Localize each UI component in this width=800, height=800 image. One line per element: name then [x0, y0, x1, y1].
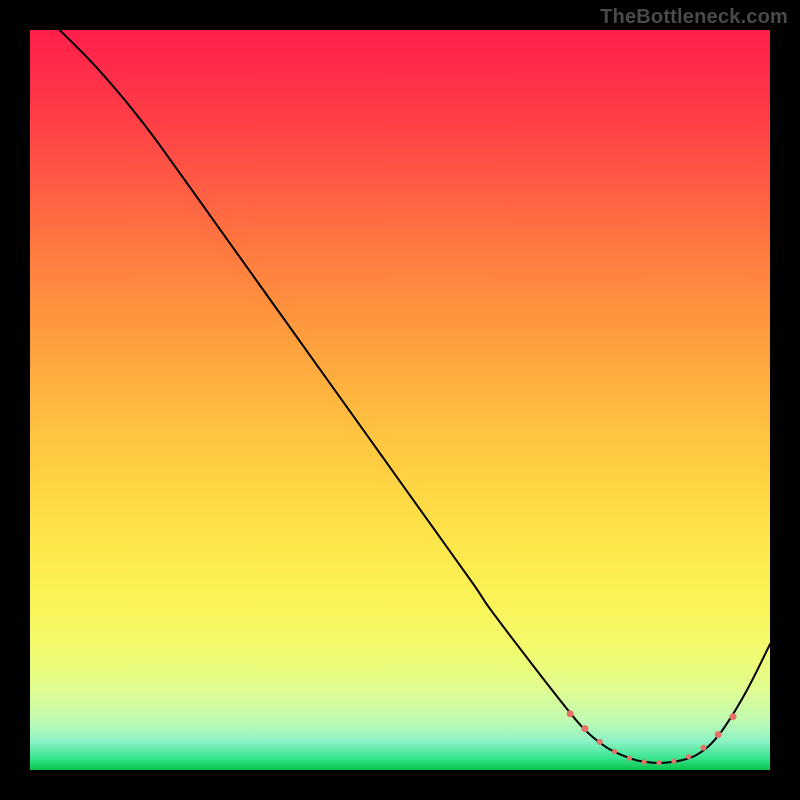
highlight-dot	[567, 710, 574, 717]
highlight-dot	[582, 725, 589, 732]
highlight-dot	[671, 759, 676, 764]
watermark-text: TheBottleneck.com	[600, 6, 788, 29]
highlight-dot	[642, 759, 647, 764]
plot-area	[30, 30, 770, 770]
highlight-dot	[700, 745, 706, 751]
bottleneck-curve	[60, 30, 770, 763]
highlight-dot	[715, 731, 722, 738]
highlight-dot	[597, 739, 603, 745]
highlight-dot	[627, 756, 632, 761]
highlight-dot	[612, 749, 617, 754]
highlight-dot	[686, 754, 691, 759]
chart-frame: TheBottleneck.com	[0, 0, 800, 800]
highlight-dot	[656, 760, 661, 765]
chart-svg	[30, 30, 770, 770]
highlight-dot	[730, 713, 737, 720]
